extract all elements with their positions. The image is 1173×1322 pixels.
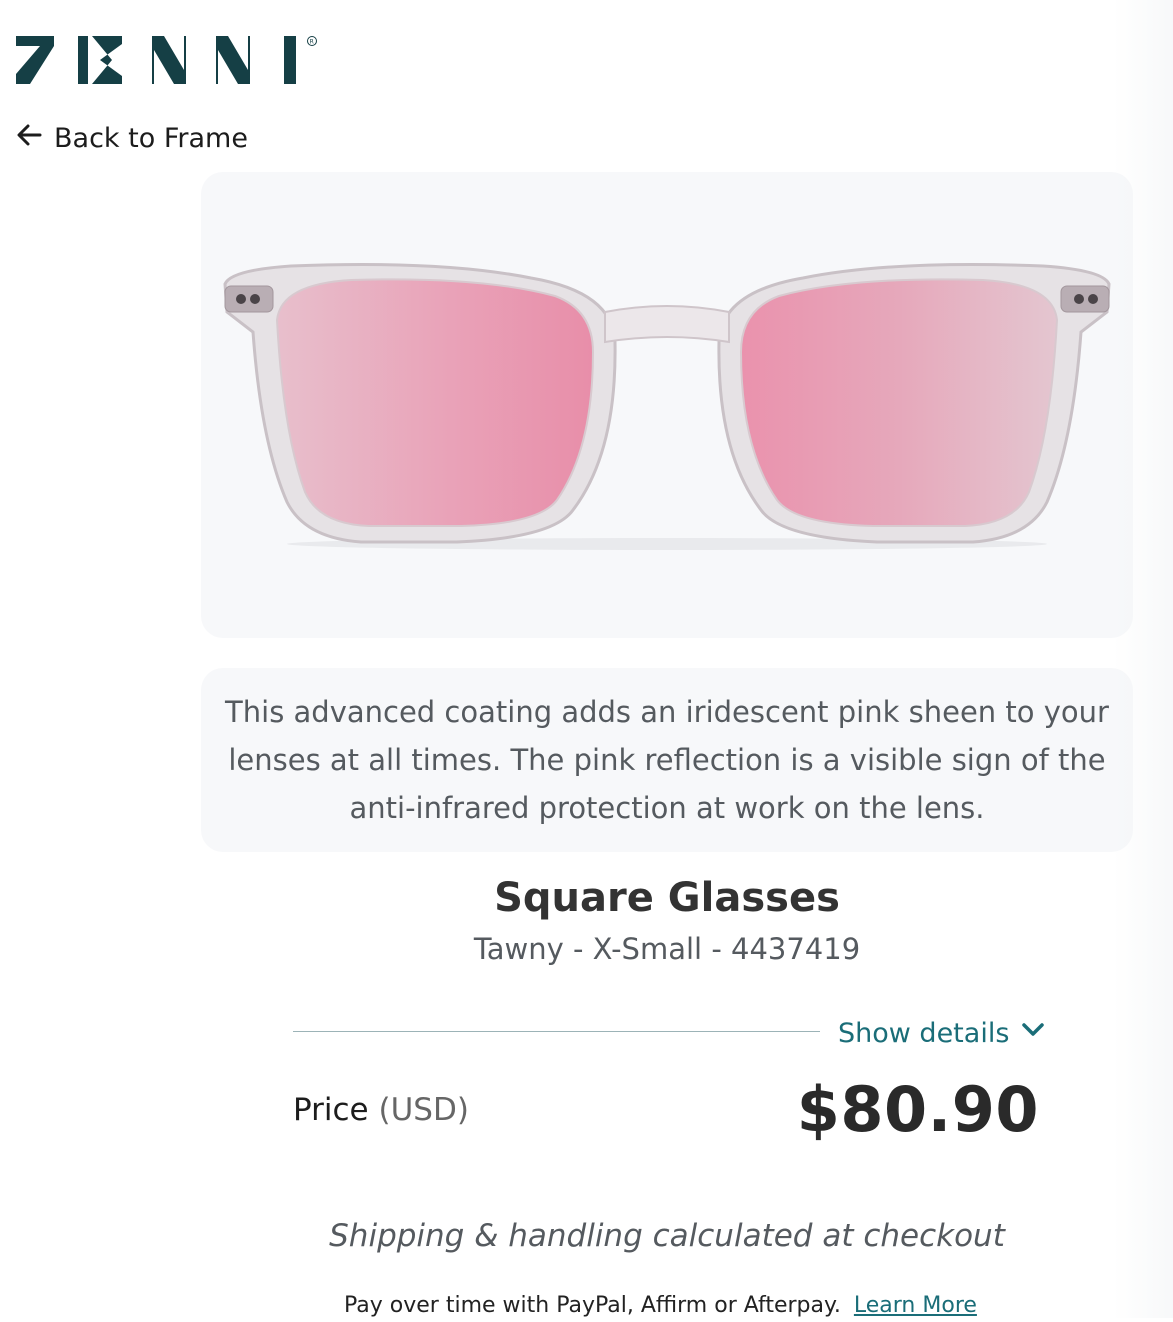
lens-description-text: This advanced coating adds an iridescent… <box>225 695 1109 825</box>
svg-text:R: R <box>310 39 314 46</box>
divider <box>293 1031 820 1032</box>
price-value: $80.90 <box>796 1073 1039 1146</box>
price-label: Price (USD) <box>293 1088 469 1132</box>
product-name: Square Glasses <box>494 875 840 921</box>
price-currency: (USD) <box>378 1092 469 1128</box>
product-image-glasses <box>223 263 1111 550</box>
lens-description-panel: This advanced coating adds an iridescent… <box>201 668 1133 852</box>
back-to-frame-label: Back to Frame <box>54 122 248 154</box>
payment-options-text: Pay over time with PayPal, Affirm or Aft… <box>344 1293 841 1318</box>
price-label-text: Price <box>293 1092 369 1128</box>
show-details-label: Show details <box>838 1017 1010 1049</box>
zenni-logo[interactable]: R <box>16 34 321 88</box>
learn-more-link[interactable]: Learn More <box>854 1293 977 1318</box>
back-to-frame-link[interactable]: Back to Frame <box>16 118 248 158</box>
shipping-note: Shipping & handling calculated at checko… <box>329 1218 1005 1254</box>
product-variant: Tawny - X-Small - 4437419 <box>473 932 861 966</box>
arrow-left-icon <box>16 122 42 155</box>
show-details-toggle[interactable]: Show details <box>838 1012 1045 1054</box>
chevron-down-icon <box>1021 1018 1045 1049</box>
zenni-logo-mark: R <box>16 36 317 84</box>
product-image-panel <box>201 172 1133 638</box>
payment-options-note: Pay over time with PayPal, Affirm or Aft… <box>344 1290 977 1322</box>
